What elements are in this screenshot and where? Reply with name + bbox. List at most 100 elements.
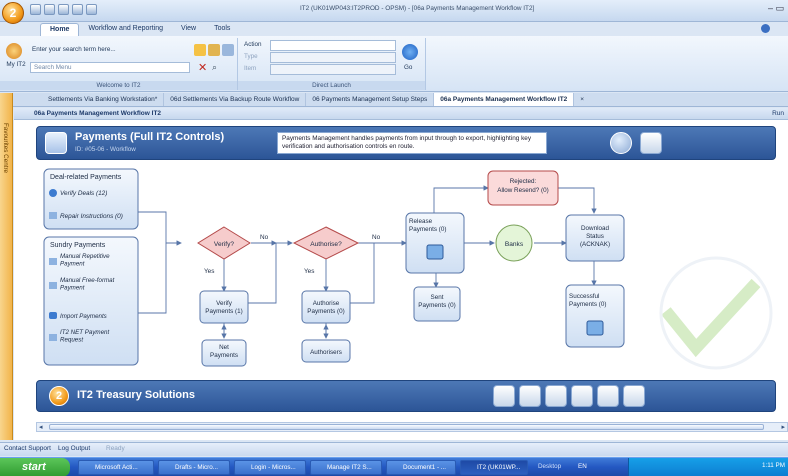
undo-icon[interactable] bbox=[86, 4, 97, 15]
authorisers-label: Authorisers bbox=[310, 349, 342, 356]
manual-freeformat-icon[interactable] bbox=[49, 282, 57, 289]
net-payment-request-icon[interactable] bbox=[49, 334, 57, 341]
scroll-thumb[interactable] bbox=[49, 424, 764, 430]
go-icon[interactable] bbox=[402, 44, 418, 60]
scroll-right-icon[interactable]: ▸ bbox=[781, 423, 785, 431]
search-icon[interactable]: ⌕ bbox=[212, 62, 217, 73]
footer-title: IT2 Treasury Solutions bbox=[77, 389, 195, 401]
verify-decision-label: Verify? bbox=[214, 241, 234, 248]
welcome-group-label: Welcome to IT2 bbox=[0, 81, 237, 90]
app-orb-button[interactable]: 2 bbox=[2, 2, 24, 24]
banner-title: Payments (Full IT2 Controls) bbox=[75, 131, 225, 143]
tab-workflow-reporting[interactable]: Workflow and Reporting bbox=[79, 23, 172, 36]
ribbon-tabs: Home Workflow and Reporting View Tools bbox=[40, 23, 239, 36]
contact-support-link[interactable]: Contact Support bbox=[4, 445, 51, 452]
doc-tab-setup-steps[interactable]: 06 Payments Management Setup Steps bbox=[306, 93, 435, 106]
banks-label: Banks bbox=[505, 241, 524, 248]
verify-deals-link[interactable]: Verify Deals (12) bbox=[60, 190, 107, 197]
tab-tools[interactable]: Tools bbox=[205, 23, 239, 36]
window-title: IT2 (UK01WP043:IT2PROD - OPSM) - [06a Pa… bbox=[300, 5, 535, 12]
repair-instructions-link[interactable]: Repair Instructions (0) bbox=[60, 213, 123, 220]
import-payments-link[interactable]: Import Payments bbox=[60, 313, 107, 320]
direct-launch-group: Action Type Item Go Direct Launch bbox=[238, 38, 426, 90]
start-button[interactable]: start bbox=[0, 458, 70, 476]
settings-button-icon[interactable] bbox=[519, 385, 541, 407]
star-icon[interactable] bbox=[194, 44, 206, 56]
status-bar: Contact Support Log Output Ready bbox=[0, 442, 788, 456]
save-icon[interactable] bbox=[72, 4, 83, 15]
log-output-link[interactable]: Log Output bbox=[58, 445, 90, 452]
language-indicator[interactable]: EN bbox=[578, 463, 587, 470]
page-title: 06a Payments Management Workflow IT2 bbox=[34, 110, 162, 117]
bank-button-icon[interactable] bbox=[545, 385, 567, 407]
doc-tab-workflow-it2[interactable]: 06a Payments Management Workflow IT2 bbox=[434, 93, 575, 106]
banner-description: Payments Management handles payments fro… bbox=[277, 132, 547, 154]
item-select[interactable] bbox=[270, 64, 396, 75]
go-label[interactable]: Go bbox=[404, 64, 412, 71]
doc-tab-settlements-backup[interactable]: 06d Settlements Via Backup Route Workflo… bbox=[164, 93, 307, 106]
tab-view[interactable]: View bbox=[172, 23, 205, 36]
ready-status: Ready bbox=[106, 445, 125, 452]
window-controls[interactable]: – ▭ bbox=[768, 3, 784, 14]
type-select[interactable] bbox=[270, 52, 396, 63]
list-button-icon[interactable] bbox=[623, 385, 645, 407]
verify-yes-label: Yes bbox=[204, 268, 214, 275]
sundry-box-title: Sundry Payments bbox=[50, 242, 106, 249]
action-label: Action bbox=[244, 41, 262, 48]
history-icon[interactable] bbox=[610, 132, 632, 154]
footer-banner: 2 IT2 Treasury Solutions bbox=[36, 380, 776, 412]
doc-tab-settlements-bw[interactable]: Settlements Via Banking Workstation* bbox=[42, 93, 165, 106]
chart-button-icon[interactable] bbox=[597, 385, 619, 407]
search-menu-input[interactable]: Search Menu bbox=[30, 62, 190, 73]
watermark-circle bbox=[659, 256, 773, 370]
authorise-payments-node[interactable] bbox=[301, 290, 351, 324]
successful-folder-icon[interactable] bbox=[586, 320, 604, 336]
ribbon: My IT2 Enter your search term here... Se… bbox=[0, 36, 788, 92]
back-icon[interactable] bbox=[30, 4, 41, 15]
my-it2-label[interactable]: My IT2 bbox=[5, 61, 27, 68]
desktop-toolbar[interactable]: Desktop bbox=[538, 463, 561, 470]
title-bar: 2 IT2 (UK01WP043:IT2PROD - OPSM) - [06a … bbox=[0, 0, 788, 24]
horizontal-scrollbar[interactable]: ◂ ▸ bbox=[36, 422, 788, 432]
repair-instructions-icon[interactable] bbox=[49, 212, 57, 219]
watermark-check-icon bbox=[661, 278, 761, 358]
taskbar-item-drafts[interactable]: Drafts - Micro... bbox=[158, 460, 230, 475]
edit-icon[interactable] bbox=[640, 132, 662, 154]
home-button-icon[interactable] bbox=[493, 385, 515, 407]
manual-repetitive-icon[interactable] bbox=[49, 258, 57, 265]
print-icon[interactable] bbox=[58, 4, 69, 15]
clear-icon[interactable]: ✕ bbox=[198, 61, 207, 74]
quick-access-toolbar bbox=[30, 4, 97, 15]
grid-icon[interactable] bbox=[222, 44, 234, 56]
import-payments-icon[interactable] bbox=[49, 312, 57, 319]
taskbar-item-login[interactable]: Login - Micros... bbox=[234, 460, 306, 475]
verify-deals-icon[interactable] bbox=[49, 189, 57, 197]
tab-home[interactable]: Home bbox=[40, 23, 80, 36]
cash-button-icon[interactable] bbox=[571, 385, 593, 407]
authorise-no-label: No bbox=[372, 234, 381, 241]
search-label[interactable]: Enter your search term here... bbox=[32, 46, 116, 53]
help-icon[interactable] bbox=[761, 24, 770, 33]
action-select[interactable] bbox=[270, 40, 396, 51]
favourites-label: Favourites Centre bbox=[2, 123, 9, 174]
scroll-left-icon[interactable]: ◂ bbox=[39, 423, 43, 431]
authorise-payments-label: Authorise Payments (0) bbox=[307, 300, 344, 315]
refresh-icon[interactable] bbox=[44, 4, 55, 15]
item-label: Item bbox=[244, 65, 257, 72]
favourites-sidebar[interactable]: Favourites Centre bbox=[0, 93, 13, 440]
close-tab-icon[interactable]: × bbox=[574, 93, 590, 106]
verify-payments-node[interactable] bbox=[199, 290, 249, 324]
taskbar-item-it2[interactable]: IT2 (UK01WP... bbox=[460, 460, 528, 475]
taskbar-item-document[interactable]: Document1 - ... bbox=[386, 460, 456, 475]
taskbar-item-access[interactable]: Microsoft Acti... bbox=[78, 460, 154, 475]
payments-icon bbox=[45, 132, 67, 154]
deal-box-title: Deal-related Payments bbox=[50, 174, 122, 181]
taskbar-item-manage[interactable]: Manage IT2 S... bbox=[310, 460, 382, 475]
system-tray: 1:11 PM bbox=[628, 458, 788, 476]
user-icon[interactable] bbox=[6, 43, 22, 59]
run-button[interactable]: Run bbox=[772, 110, 784, 117]
clock[interactable]: 1:11 PM bbox=[762, 462, 785, 469]
home-icon[interactable] bbox=[208, 44, 220, 56]
release-folder-icon[interactable] bbox=[426, 244, 444, 260]
authorise-yes-label: Yes bbox=[304, 268, 314, 275]
